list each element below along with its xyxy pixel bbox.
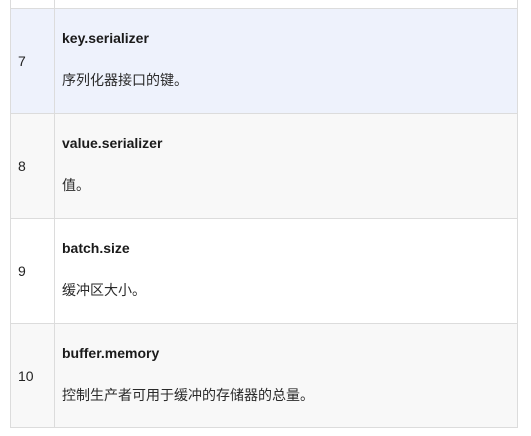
- config-key: key.serializer: [62, 30, 149, 46]
- row-number: 7: [10, 9, 55, 113]
- config-table: 7 key.serializer 序列化器接口的键。 8 value.seria…: [10, 0, 518, 428]
- config-key: value.serializer: [62, 135, 163, 151]
- table-row: 9 batch.size 缓冲区大小。: [10, 218, 518, 323]
- row-number: 9: [10, 219, 55, 323]
- row-number: 10: [10, 324, 55, 427]
- row-description-cell: [55, 0, 518, 8]
- row-description-cell: value.serializer 值。: [55, 114, 518, 218]
- config-key: buffer.memory: [62, 345, 160, 361]
- table-row: 8 value.serializer 值。: [10, 113, 518, 218]
- config-key: batch.size: [62, 240, 130, 256]
- config-description: 值。: [62, 177, 90, 193]
- row-description-cell: batch.size 缓冲区大小。: [55, 219, 518, 323]
- config-description: 序列化器接口的键。: [62, 72, 188, 88]
- row-number: 8: [10, 114, 55, 218]
- config-description: 控制生产者可用于缓冲的存储器的总量。: [62, 387, 314, 403]
- row-description-cell: buffer.memory 控制生产者可用于缓冲的存储器的总量。: [55, 324, 518, 427]
- table-row: 10 buffer.memory 控制生产者可用于缓冲的存储器的总量。: [10, 323, 518, 428]
- table-row-partial: [10, 0, 518, 8]
- row-number-cell: [10, 0, 55, 8]
- table-row: 7 key.serializer 序列化器接口的键。: [10, 8, 518, 113]
- config-description: 缓冲区大小。: [62, 282, 146, 298]
- row-description-cell: key.serializer 序列化器接口的键。: [55, 9, 518, 113]
